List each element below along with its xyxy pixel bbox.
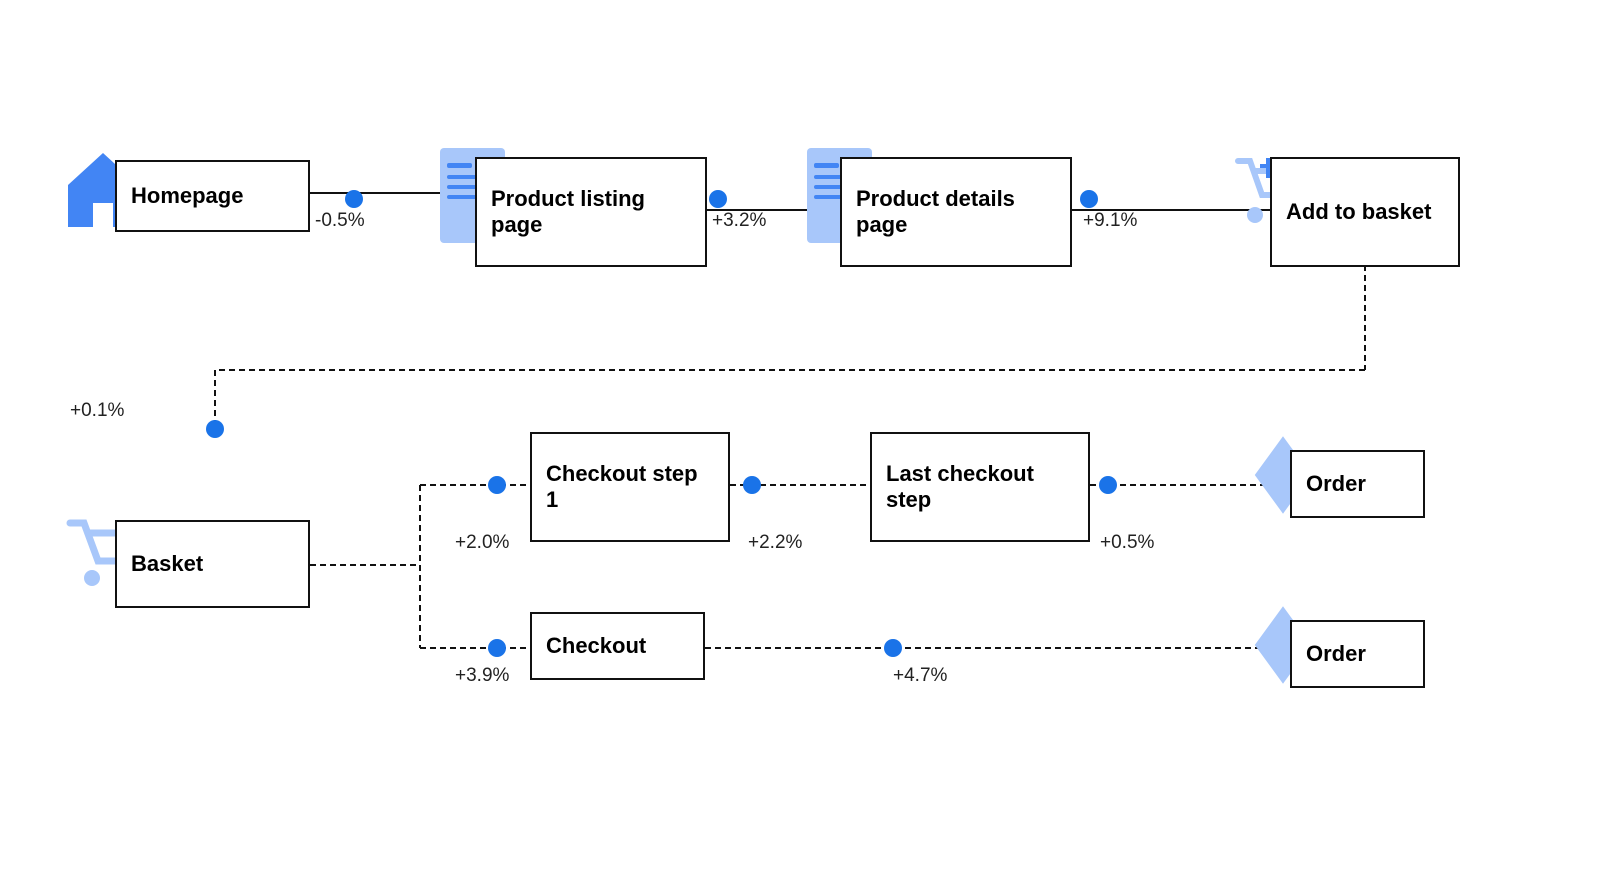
add-to-basket-label: Add to basket [1286,199,1431,225]
order2-label: Order [1306,641,1366,667]
pct-label-1: -0.5% [315,210,365,232]
dot-2 [709,190,727,208]
order1-node: Order [1290,450,1425,518]
pct-label-6: +2.2% [748,532,802,554]
basket-label: Basket [131,551,203,577]
dot-6 [743,476,761,494]
checkout-label: Checkout [546,633,646,659]
add-to-basket-node: Add to basket [1270,157,1460,267]
dot-1 [345,190,363,208]
dot-4 [206,420,224,438]
checkout-node: Checkout [530,612,705,680]
basket-node: Basket [115,520,310,608]
homepage-node: Homepage [115,160,310,232]
order1-label: Order [1306,471,1366,497]
checkout-step1-node: Checkout step 1 [530,432,730,542]
dot-3 [1080,190,1098,208]
pct-label-2: +3.2% [712,210,766,232]
product-listing-node: Product listing page [475,157,707,267]
flow-diagram: Homepage Product listing page Product de… [0,0,1601,874]
connector-lines [0,0,1601,874]
product-listing-label: Product listing page [491,186,691,239]
homepage-label: Homepage [131,183,243,209]
pct-label-5: +2.0% [455,532,509,554]
pct-label-7: +0.5% [1100,532,1154,554]
dot-9 [884,639,902,657]
pct-label-8: +3.9% [455,665,509,687]
product-details-node: Product details page [840,157,1072,267]
last-checkout-node: Last checkout step [870,432,1090,542]
dot-8 [488,639,506,657]
order2-node: Order [1290,620,1425,688]
last-checkout-label: Last checkout step [886,461,1074,514]
checkout-step1-label: Checkout step 1 [546,461,714,514]
dot-5 [488,476,506,494]
pct-label-3: +9.1% [1083,210,1137,232]
pct-label-4: +0.1% [70,400,124,422]
product-details-label: Product details page [856,186,1056,239]
dot-7 [1099,476,1117,494]
pct-label-9: +4.7% [893,665,947,687]
